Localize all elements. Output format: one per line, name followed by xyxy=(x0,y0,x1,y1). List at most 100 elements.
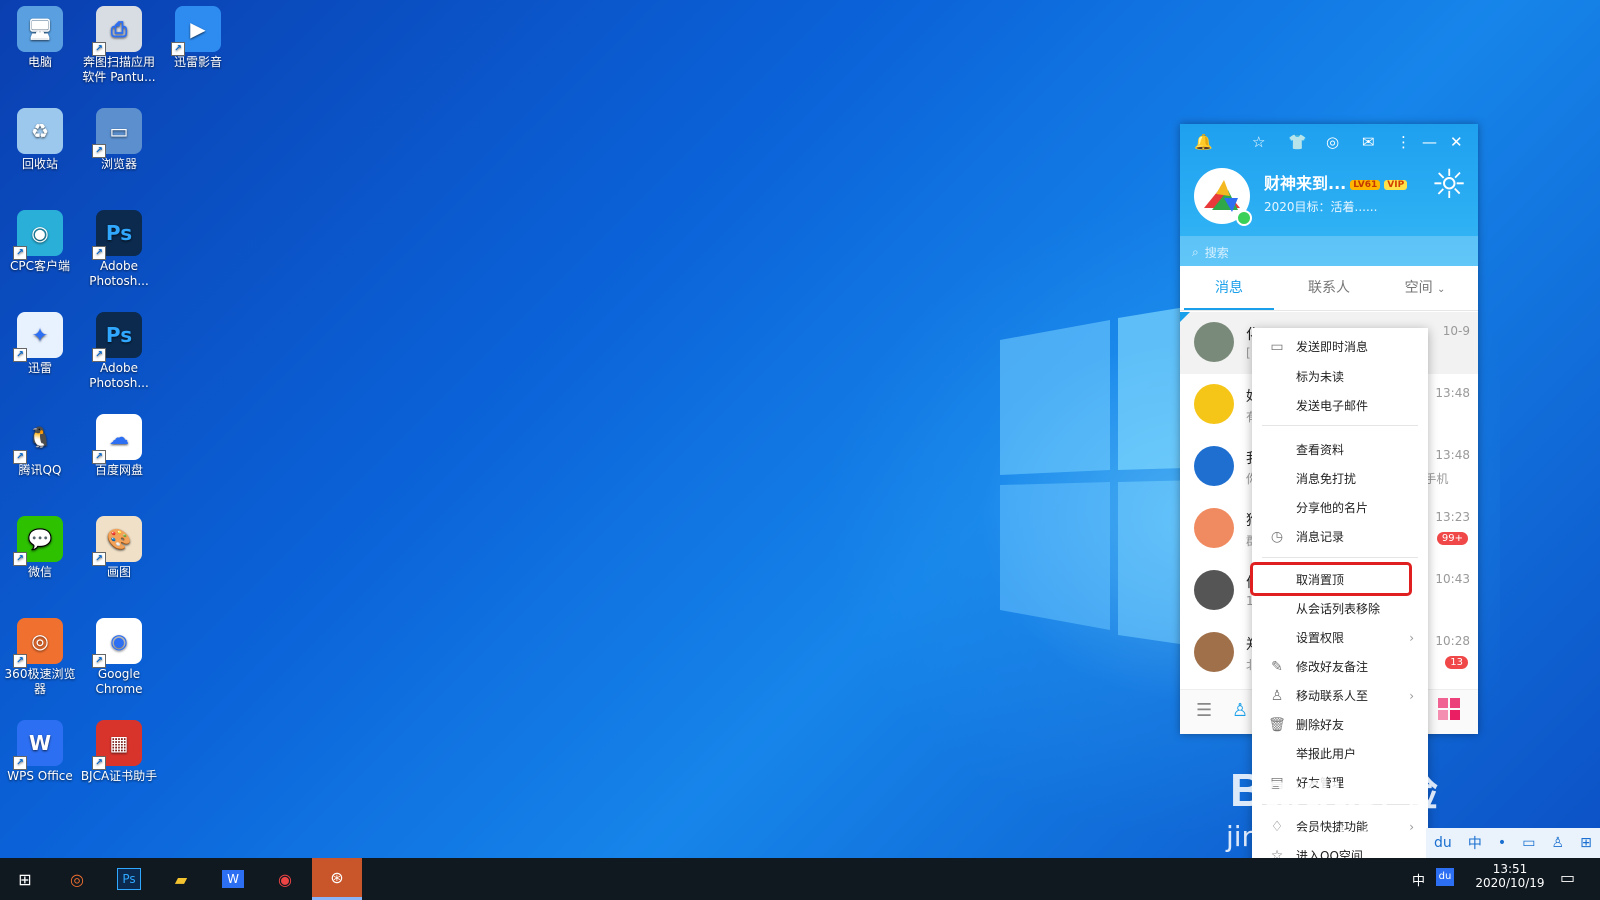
desktop-icon[interactable]: ▭ ↗ 浏览器 xyxy=(79,102,159,172)
taskbar-file-explorer-icon[interactable]: ▰ xyxy=(156,858,206,900)
notification-icon[interactable]: ▭ xyxy=(1560,868,1575,887)
menu-item[interactable]: 分享他的名片 xyxy=(1252,493,1428,523)
qq-medal-icon[interactable]: ◎ xyxy=(1326,130,1339,154)
trash-icon: 🗑 xyxy=(1268,717,1286,733)
desktop-icon[interactable]: Ps ↗ Adobe Photosh... xyxy=(79,204,159,289)
shortcut-arrow-icon: ↗ xyxy=(13,552,27,566)
main-menu-icon[interactable]: ☰ xyxy=(1196,700,1212,721)
contacts-icon[interactable]: ♙ xyxy=(1232,700,1248,721)
shortcut-arrow-icon: ↗ xyxy=(92,348,106,362)
taskbar-chrome-icon[interactable]: ◉ xyxy=(260,858,310,900)
qq-shirt-icon[interactable]: 👕 xyxy=(1288,130,1307,154)
tab-qzone[interactable]: 空间 ⌄ xyxy=(1380,268,1470,308)
clock-date: 2020/10/19 xyxy=(1475,876,1545,890)
tray-icon[interactable]: ♙ xyxy=(1552,835,1565,851)
desktop-app-icon: ♻ xyxy=(17,108,63,154)
menu-item[interactable]: 从会话列表移除 xyxy=(1252,594,1428,624)
desktop-icon[interactable]: ▦ ↗ BJCA证书助手 xyxy=(79,714,159,784)
menu-item[interactable]: 发送电子邮件 xyxy=(1252,391,1428,421)
tray-icon[interactable]: 中 xyxy=(1468,833,1482,853)
desktop-icon-label: BJCA证书助手 xyxy=(80,769,158,783)
desktop-icon[interactable]: 🐧 ↗ 腾讯QQ xyxy=(0,408,80,478)
desktop-icon[interactable]: ◎ ↗ 360极速浏览器 xyxy=(0,612,80,697)
clock-time: 13:51 xyxy=(1492,862,1528,876)
desktop-icon[interactable]: ▶ ↗ 迅雷影音 xyxy=(158,0,238,70)
desktop-app-icon: 🖥 xyxy=(17,6,63,52)
menu-item[interactable]: 查看资料 xyxy=(1252,435,1428,465)
baidu-tray-icon[interactable]: du xyxy=(1436,868,1454,886)
qq-search-bar[interactable]: ⌕ 搜索 xyxy=(1180,236,1478,268)
desktop-icon[interactable]: 💬 ↗ 微信 xyxy=(0,510,80,580)
menu-item[interactable]: ▭ 发送即时消息 xyxy=(1252,332,1428,362)
desktop-icon[interactable]: ◉ ↗ CPC客户端 xyxy=(0,204,80,274)
tab-messages[interactable]: 消息 xyxy=(1184,268,1274,310)
desktop-icon-label: 腾讯QQ xyxy=(18,463,62,477)
shortcut-arrow-icon: ↗ xyxy=(92,42,106,56)
desktop-icon-label: 浏览器 xyxy=(100,157,137,171)
shortcut-arrow-icon: ↗ xyxy=(92,756,106,770)
watermark-brand: Baidu经验 xyxy=(1230,764,1438,816)
qq-more-icon[interactable]: ⋮ xyxy=(1396,130,1411,154)
tray-overflow-strip: du 中 • ▭ ♙ ⊞ xyxy=(1426,828,1600,858)
desktop-icon[interactable]: W ↗ WPS Office xyxy=(0,714,80,784)
tray-icon[interactable]: • xyxy=(1498,835,1506,851)
start-windows-icon[interactable]: ⊞ xyxy=(0,858,50,900)
menu-item[interactable]: 标为未读 xyxy=(1252,362,1428,392)
desktop-icon-label: 迅雷影音 xyxy=(173,55,222,69)
qq-star-icon[interactable]: ☆ xyxy=(1252,130,1265,154)
taskbar-360-browser-icon[interactable]: ◎ xyxy=(52,858,102,900)
desktop-icon[interactable]: ◉ ↗ Google Chrome xyxy=(79,612,159,697)
qq-mail-icon[interactable]: ✉ xyxy=(1362,130,1375,154)
menu-item-label: 分享他的名片 xyxy=(1296,501,1369,515)
qq-minimize-icon[interactable]: — xyxy=(1422,130,1437,154)
desktop-icon[interactable]: ♻ 回收站 xyxy=(0,102,80,172)
desktop-app-icon: ◎ ↗ xyxy=(13,618,63,668)
taskbar-photoshop-icon[interactable]: Ps xyxy=(104,858,154,900)
desktop-icon[interactable]: ✦ ↗ 迅雷 xyxy=(0,306,80,376)
shortcut-arrow-icon: ↗ xyxy=(13,450,27,464)
weather-sun-icon[interactable]: ☼ xyxy=(1428,164,1470,206)
desktop-icon[interactable]: ⎙ ↗ 奔图扫描应用软件 Pantu... xyxy=(79,0,159,85)
conversation-time: 10:43 xyxy=(1435,572,1470,586)
qq-nickname[interactable]: 财神来到... LV61 VIP xyxy=(1264,170,1408,194)
tray-icon[interactable]: du xyxy=(1434,835,1452,851)
shortcut-arrow-icon: ↗ xyxy=(92,246,106,260)
qq-bell-icon[interactable]: 🔔 xyxy=(1194,130,1213,154)
menu-item[interactable]: ♙ 移动联系人至 › xyxy=(1252,681,1428,711)
desktop-icon[interactable]: 🖥 电脑 xyxy=(0,0,80,70)
taskbar-active-app-icon[interactable]: ⊛ xyxy=(312,858,362,900)
desktop-app-icon: ◉ ↗ xyxy=(13,210,63,260)
chevron-right-icon: › xyxy=(1409,689,1414,703)
app-manager-icon[interactable] xyxy=(1438,698,1460,720)
pinned-corner-icon xyxy=(1180,312,1190,322)
conversation-time: 10-9 xyxy=(1442,324,1470,338)
desktop-icon[interactable]: ☁ ↗ 百度网盘 xyxy=(79,408,159,478)
desktop-app-icon: 💬 ↗ xyxy=(13,516,63,566)
desktop-app-icon: ⎙ ↗ xyxy=(92,6,142,56)
menu-item[interactable]: ✎ 修改好友备注 xyxy=(1252,652,1428,682)
tab-contacts[interactable]: 联系人 xyxy=(1284,268,1374,308)
highlight-box xyxy=(1250,562,1412,596)
tray-icon[interactable]: ▭ xyxy=(1522,835,1535,851)
clock[interactable]: 13:51 2020/10/19 xyxy=(1470,862,1550,890)
input-method-indicator[interactable]: 中 xyxy=(1412,870,1425,889)
desktop-icon-label: 迅雷 xyxy=(27,361,52,375)
conversation-avatar xyxy=(1194,384,1234,424)
online-status-dot[interactable] xyxy=(1236,210,1252,226)
search-placeholder: 搜索 xyxy=(1204,245,1229,260)
chevron-right-icon: › xyxy=(1409,631,1414,645)
conversation-time: 10:28 xyxy=(1435,634,1470,648)
tray-icon[interactable]: ⊞ xyxy=(1580,835,1592,851)
qq-signature[interactable]: 2020目标：活着...... xyxy=(1264,198,1377,215)
desktop-icon[interactable]: Ps ↗ Adobe Photosh... xyxy=(79,306,159,391)
menu-item[interactable]: 🗑 删除好友 xyxy=(1252,710,1428,740)
desktop-icon-label: 电脑 xyxy=(27,55,52,69)
menu-item[interactable]: ◷ 消息记录 xyxy=(1252,522,1428,552)
menu-item[interactable]: 消息免打扰 xyxy=(1252,464,1428,494)
menu-item[interactable]: 设置权限 › xyxy=(1252,623,1428,653)
desktop-icon[interactable]: 🎨 ↗ 画图 xyxy=(79,510,159,580)
desktop-app-icon: Ps ↗ xyxy=(92,210,142,260)
taskbar-wps-icon[interactable]: W xyxy=(208,858,258,900)
qq-close-icon[interactable]: ✕ xyxy=(1450,130,1463,154)
shortcut-arrow-icon: ↗ xyxy=(171,42,185,56)
